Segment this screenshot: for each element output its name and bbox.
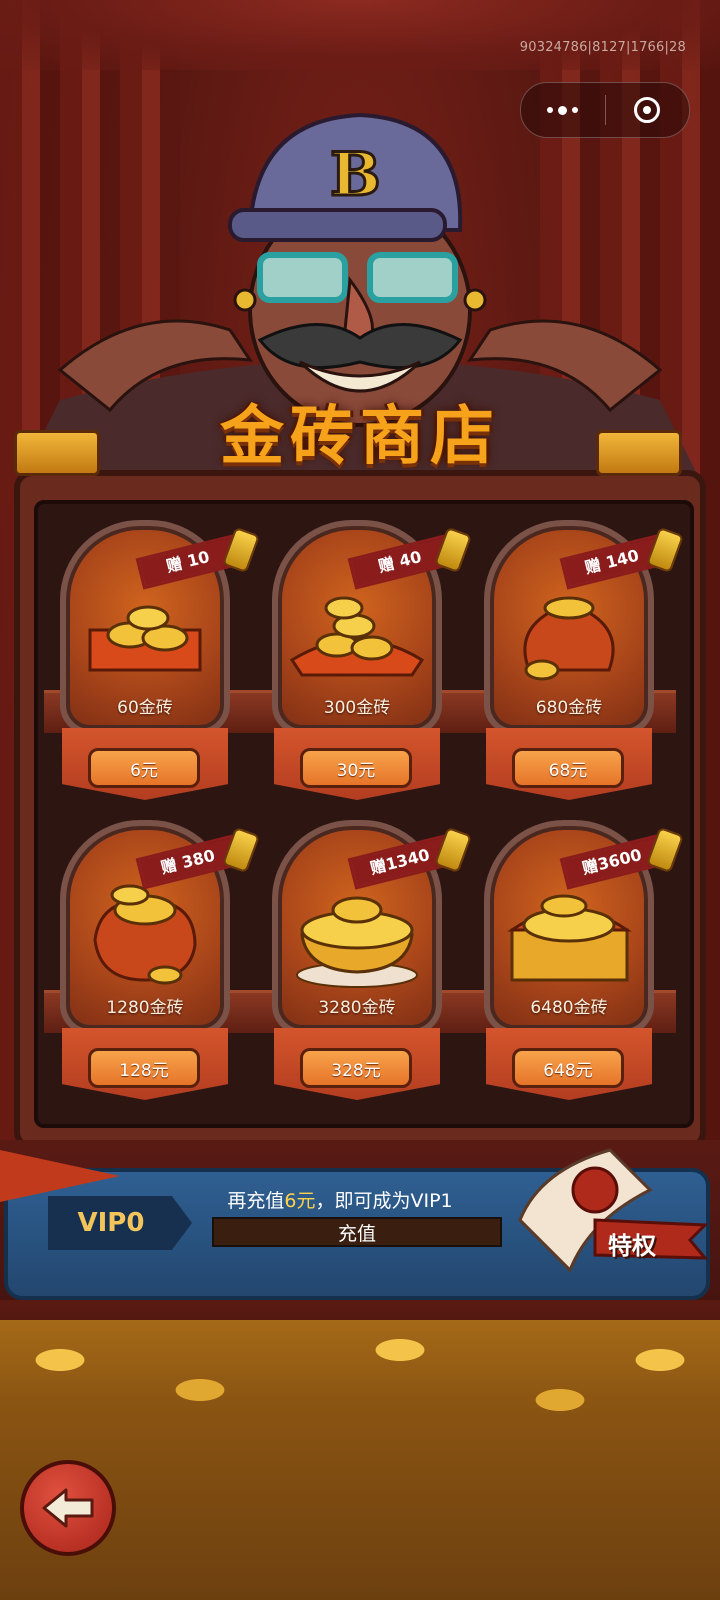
item-amount: 3280金砖 <box>318 998 396 1018</box>
privilege-scroll-icon[interactable] <box>500 1130 710 1280</box>
shop-item[interactable]: 赠 380 1280金砖 128元 <box>60 820 261 1105</box>
cabinet-corner-right <box>596 430 682 476</box>
item-amount: 1280金砖 <box>106 998 184 1018</box>
item-amount: 6480金砖 <box>530 998 608 1018</box>
cabinet-corner-left <box>14 430 100 476</box>
curtain-valance <box>0 0 720 70</box>
recharge-progress-bar[interactable]: 充值 <box>212 1217 502 1247</box>
shop-item[interactable]: 赠 140 680金砖 68元 <box>484 520 685 805</box>
shop-item[interactable]: 赠1340 3280金砖 328元 <box>272 820 473 1105</box>
price-button[interactable]: 648元 <box>512 1048 624 1088</box>
privilege-label[interactable]: 特权 <box>608 1226 656 1261</box>
price-button[interactable]: 128元 <box>88 1048 200 1088</box>
shop-item[interactable]: 赠3600 6480金砖 648元 <box>484 820 685 1105</box>
vip-message: 再充值6元，即可成为VIP1 <box>227 1190 453 1212</box>
svg-text:B: B <box>330 140 381 210</box>
item-amount: 60金砖 <box>117 698 173 718</box>
price-button[interactable]: 6元 <box>88 748 200 788</box>
price-button[interactable]: 328元 <box>300 1048 412 1088</box>
gold-pile <box>0 1320 720 1600</box>
item-amount: 300金砖 <box>323 698 391 718</box>
version-text: 90324786|8127|1766|28 <box>519 40 686 55</box>
item-amount: 680金砖 <box>535 698 603 718</box>
shop-item[interactable]: 赠 40 300金砖 30元 <box>272 520 473 805</box>
vip-level-badge: VIP0 <box>48 1196 192 1250</box>
back-button[interactable] <box>20 1460 116 1556</box>
shop-item[interactable]: 赠 10 60金砖 6元 <box>60 520 261 805</box>
price-button[interactable]: 68元 <box>512 748 624 788</box>
price-button[interactable]: 30元 <box>300 748 412 788</box>
back-arrow-icon <box>42 1488 94 1528</box>
